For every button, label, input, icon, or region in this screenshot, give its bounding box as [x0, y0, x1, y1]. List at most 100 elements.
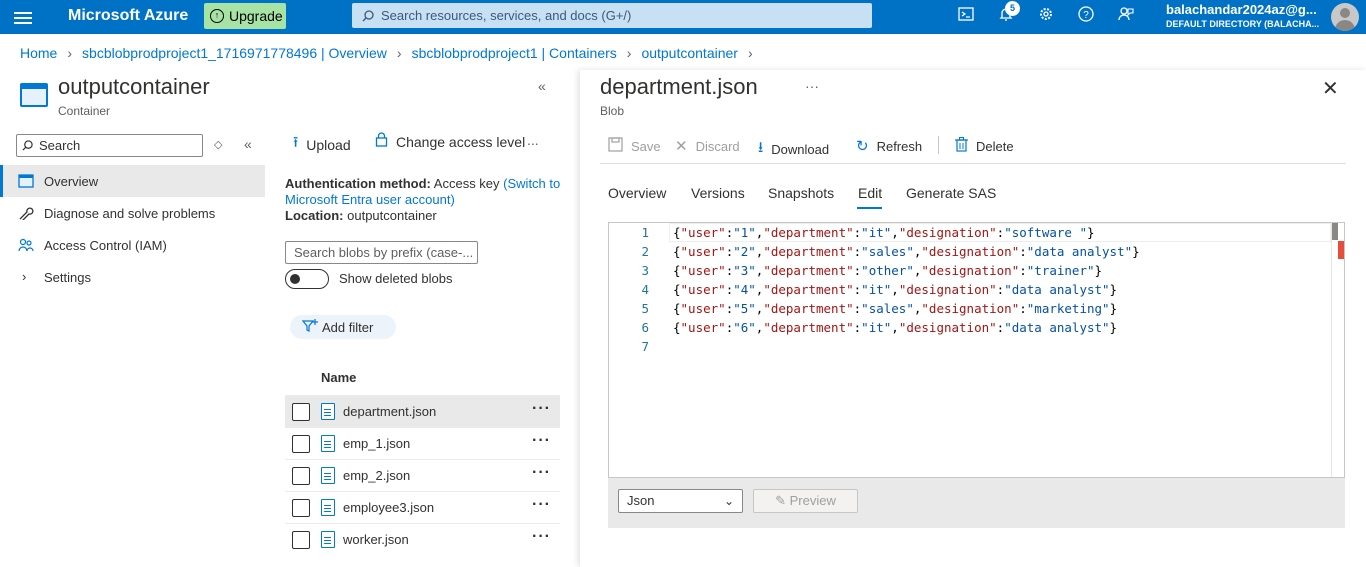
- people-icon: [18, 238, 34, 252]
- show-deleted-toggle[interactable]: [285, 269, 329, 289]
- gear-icon[interactable]: [1035, 6, 1057, 28]
- row-more-icon[interactable]: ···: [532, 464, 551, 482]
- global-search-input[interactable]: Search resources, services, and docs (G+…: [352, 3, 872, 28]
- search-placeholder: Search resources, services, and docs (G+…: [381, 8, 632, 23]
- blob-prefix-search-input[interactable]: Search blobs by prefix (case-...: [285, 241, 478, 264]
- file-icon: [321, 499, 335, 516]
- line-number: 5: [641, 301, 649, 316]
- nav-item-overview[interactable]: Overview: [0, 165, 265, 197]
- chevron-right-icon: ›: [747, 45, 753, 61]
- code-editor[interactable]: 1 2 3 4 5 6 7 {"user":"1","department":"…: [608, 222, 1345, 478]
- sort-icon[interactable]: ◇: [214, 138, 222, 151]
- breadcrumb-storage-account[interactable]: sbcblobprodproject1_1716971778496 | Over…: [82, 45, 387, 61]
- show-deleted-label: Show deleted blobs: [339, 271, 453, 286]
- menu-search-input[interactable]: Search: [16, 134, 203, 157]
- blob-name[interactable]: worker.json: [343, 532, 409, 547]
- collapse-menu-icon[interactable]: «: [244, 136, 252, 152]
- collapse-blade-icon[interactable]: «: [538, 78, 546, 94]
- blob-subtitle: Blob: [600, 104, 625, 118]
- upgrade-label: Upgrade: [229, 8, 283, 24]
- container-icon: [20, 83, 48, 107]
- chevron-right-icon: ›: [22, 269, 27, 284]
- upgrade-icon: ↑: [210, 9, 224, 23]
- overview-icon: [18, 174, 34, 188]
- upgrade-button[interactable]: ↑ Upgrade: [204, 3, 286, 29]
- row-more-icon[interactable]: ···: [532, 496, 551, 514]
- tab-generate-sas[interactable]: Generate SAS: [906, 185, 996, 201]
- upload-icon: ⭱: [293, 134, 299, 151]
- preview-label: Preview: [789, 493, 836, 508]
- auth-method-value: Access key: [433, 176, 500, 191]
- blob-more-icon[interactable]: ···: [805, 78, 819, 94]
- help-icon[interactable]: ?: [1075, 6, 1097, 28]
- breadcrumb-containers[interactable]: sbcblobprodproject1 | Containers: [412, 45, 617, 61]
- nav-item-diagnose[interactable]: Diagnose and solve problems: [0, 197, 265, 229]
- save-button[interactable]: Save: [608, 137, 661, 156]
- preview-button[interactable]: ✎ Preview: [753, 489, 858, 513]
- tab-edit[interactable]: Edit: [858, 185, 882, 201]
- code-line[interactable]: {"user":"4","department":"it","designati…: [673, 280, 1117, 299]
- file-icon: [321, 435, 335, 452]
- row-more-icon[interactable]: ···: [532, 432, 551, 450]
- row-more-icon[interactable]: ···: [532, 400, 551, 418]
- nav-item-access-control[interactable]: Access Control (IAM): [0, 229, 265, 261]
- brand-title[interactable]: Microsoft Azure: [68, 7, 188, 25]
- container-blade: outputcontainer Container « Search ◇ « O…: [0, 70, 580, 567]
- code-line[interactable]: {"user":"6","department":"it","designati…: [673, 318, 1117, 337]
- nav-item-settings[interactable]: › Settings: [0, 261, 265, 293]
- feedback-icon[interactable]: [1115, 6, 1137, 28]
- code-line[interactable]: {"user":"3","department":"other","design…: [673, 261, 1102, 280]
- row-checkbox[interactable]: [292, 467, 310, 485]
- blob-name[interactable]: emp_1.json: [343, 436, 410, 451]
- more-options-button[interactable]: ...: [527, 132, 539, 148]
- tab-snapshots[interactable]: Snapshots: [768, 185, 834, 201]
- format-select[interactable]: Json ⌄: [618, 489, 743, 513]
- row-more-icon[interactable]: ···: [532, 528, 551, 546]
- delete-button[interactable]: Delete: [955, 136, 1014, 156]
- breadcrumb-home[interactable]: Home: [20, 45, 57, 61]
- blob-name[interactable]: emp_2.json: [343, 468, 410, 483]
- add-filter-label: Add filter: [322, 319, 374, 335]
- blob-name[interactable]: department.json: [343, 404, 436, 419]
- download-icon: ⭳: [758, 139, 764, 156]
- breadcrumb-container[interactable]: outputcontainer: [641, 45, 738, 61]
- blob-row[interactable]: department.json ···: [285, 395, 560, 427]
- row-checkbox[interactable]: [292, 403, 310, 421]
- save-label: Save: [631, 139, 661, 154]
- avatar[interactable]: [1331, 3, 1359, 31]
- cloud-shell-icon[interactable]: [955, 6, 977, 28]
- user-account[interactable]: balachandar2024az@g... DEFAULT DIRECTORY…: [1166, 3, 1319, 31]
- line-number: 6: [641, 320, 649, 335]
- download-button[interactable]: ⭳ Download: [758, 137, 829, 162]
- blob-row[interactable]: worker.json ···: [285, 523, 560, 555]
- code-line[interactable]: {"user":"1","department":"it","designati…: [673, 223, 1095, 242]
- tab-versions[interactable]: Versions: [691, 185, 745, 201]
- tab-overview[interactable]: Overview: [608, 185, 666, 201]
- add-filter-button[interactable]: Add filter: [290, 315, 396, 339]
- upload-button[interactable]: ⭱ Upload: [293, 132, 351, 157]
- discard-button[interactable]: ✕ Discard: [675, 137, 740, 155]
- menu-icon[interactable]: [14, 9, 32, 25]
- code-line[interactable]: {"user":"2","department":"sales","design…: [673, 242, 1140, 261]
- row-checkbox[interactable]: [292, 499, 310, 517]
- trash-icon: [955, 136, 968, 156]
- change-access-level-button[interactable]: Change access level: [375, 132, 525, 151]
- editor-scrollbar[interactable]: [1331, 223, 1345, 477]
- blob-row[interactable]: employee3.json ···: [285, 491, 560, 523]
- file-icon: [321, 531, 335, 548]
- close-icon[interactable]: ✕: [1322, 76, 1339, 101]
- blob-name[interactable]: employee3.json: [343, 500, 434, 515]
- code-line[interactable]: {"user":"5","department":"sales","design…: [673, 299, 1117, 318]
- name-column-header[interactable]: Name: [321, 370, 356, 385]
- toolbar-divider: [600, 163, 1346, 164]
- blob-row[interactable]: emp_2.json ···: [285, 459, 560, 491]
- row-checkbox[interactable]: [292, 435, 310, 453]
- refresh-button[interactable]: ↻ Refresh: [856, 137, 922, 155]
- line-number: 3: [641, 263, 649, 278]
- nav-item-label: Access Control (IAM): [44, 237, 167, 253]
- row-checkbox[interactable]: [292, 531, 310, 549]
- scrollbar-thumb[interactable]: [1332, 223, 1338, 240]
- nav-item-label: Settings: [44, 269, 91, 285]
- blob-row[interactable]: emp_1.json ···: [285, 427, 560, 459]
- line-number: 2: [641, 244, 649, 259]
